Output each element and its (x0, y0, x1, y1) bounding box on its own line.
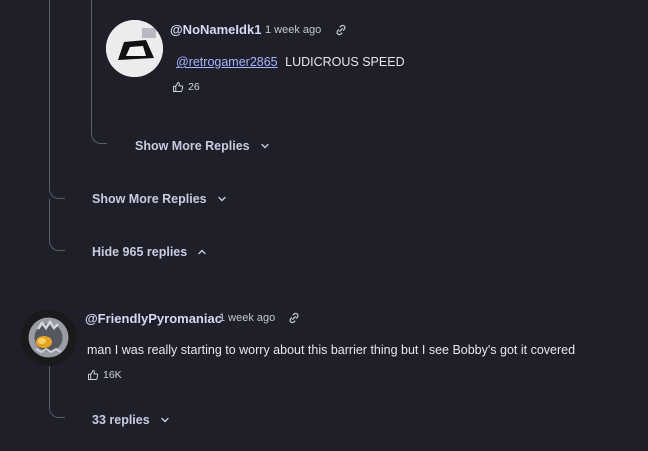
comment-text: man I was really starting to worry about… (87, 343, 576, 357)
chevron-down-icon (160, 417, 169, 423)
reply-like-count: 26 (188, 81, 200, 93)
outer-thread-line (49, 0, 50, 185)
thumbs-up-icon (173, 82, 184, 92)
avatar-image (20, 309, 77, 366)
avatar-image (106, 20, 163, 77)
nested-show-more-label: Show More Replies (135, 139, 250, 153)
hide-replies-button[interactable]: Hide 965 replies (92, 245, 207, 259)
show-more-label: Show More Replies (92, 192, 207, 206)
link-icon[interactable] (287, 311, 301, 325)
reply-like-button[interactable]: 26 (172, 81, 200, 93)
chevron-up-icon (198, 249, 206, 255)
comment-like-count: 16K (103, 369, 122, 381)
chevron-down-icon (217, 196, 226, 202)
hide-replies-label: Hide 965 replies (92, 245, 188, 259)
reply-text: @retrogamer2865 LUDICROUS SPEED (176, 55, 405, 69)
mention-link[interactable]: @retrogamer2865 (176, 55, 278, 69)
link-icon[interactable] (334, 23, 348, 37)
hide-thread-line (49, 199, 50, 237)
avatar[interactable] (20, 309, 77, 366)
comment-thread-line (49, 366, 50, 404)
thumbs-up-icon (88, 370, 99, 380)
reply-author[interactable]: @NoNameIdk1 (170, 22, 261, 37)
replies-count-label: 33 replies (92, 413, 150, 427)
reply-timestamp[interactable]: 1 week ago (265, 24, 321, 36)
comment-like-button[interactable]: 16K (87, 369, 122, 381)
comment-author[interactable]: @FriendlyPyromaniac (85, 311, 222, 326)
show-more-thread-elbow (49, 185, 65, 199)
show-more-replies-button[interactable]: Show More Replies (92, 192, 227, 206)
hide-thread-elbow (49, 237, 65, 251)
nested-show-more-elbow (91, 130, 107, 144)
avatar[interactable] (106, 20, 163, 77)
nested-show-more-replies-button[interactable]: Show More Replies (135, 139, 270, 153)
view-replies-button[interactable]: 33 replies (92, 413, 170, 427)
inner-thread-line (91, 0, 92, 130)
comment-timestamp[interactable]: 1 week ago (219, 312, 275, 324)
chevron-down-icon (260, 143, 269, 149)
replies-thread-elbow (49, 404, 65, 418)
comments-section: @NoNameIdk1 1 week ago @retrogamer2865 L… (0, 0, 648, 451)
reply-message: LUDICROUS SPEED (285, 55, 405, 69)
